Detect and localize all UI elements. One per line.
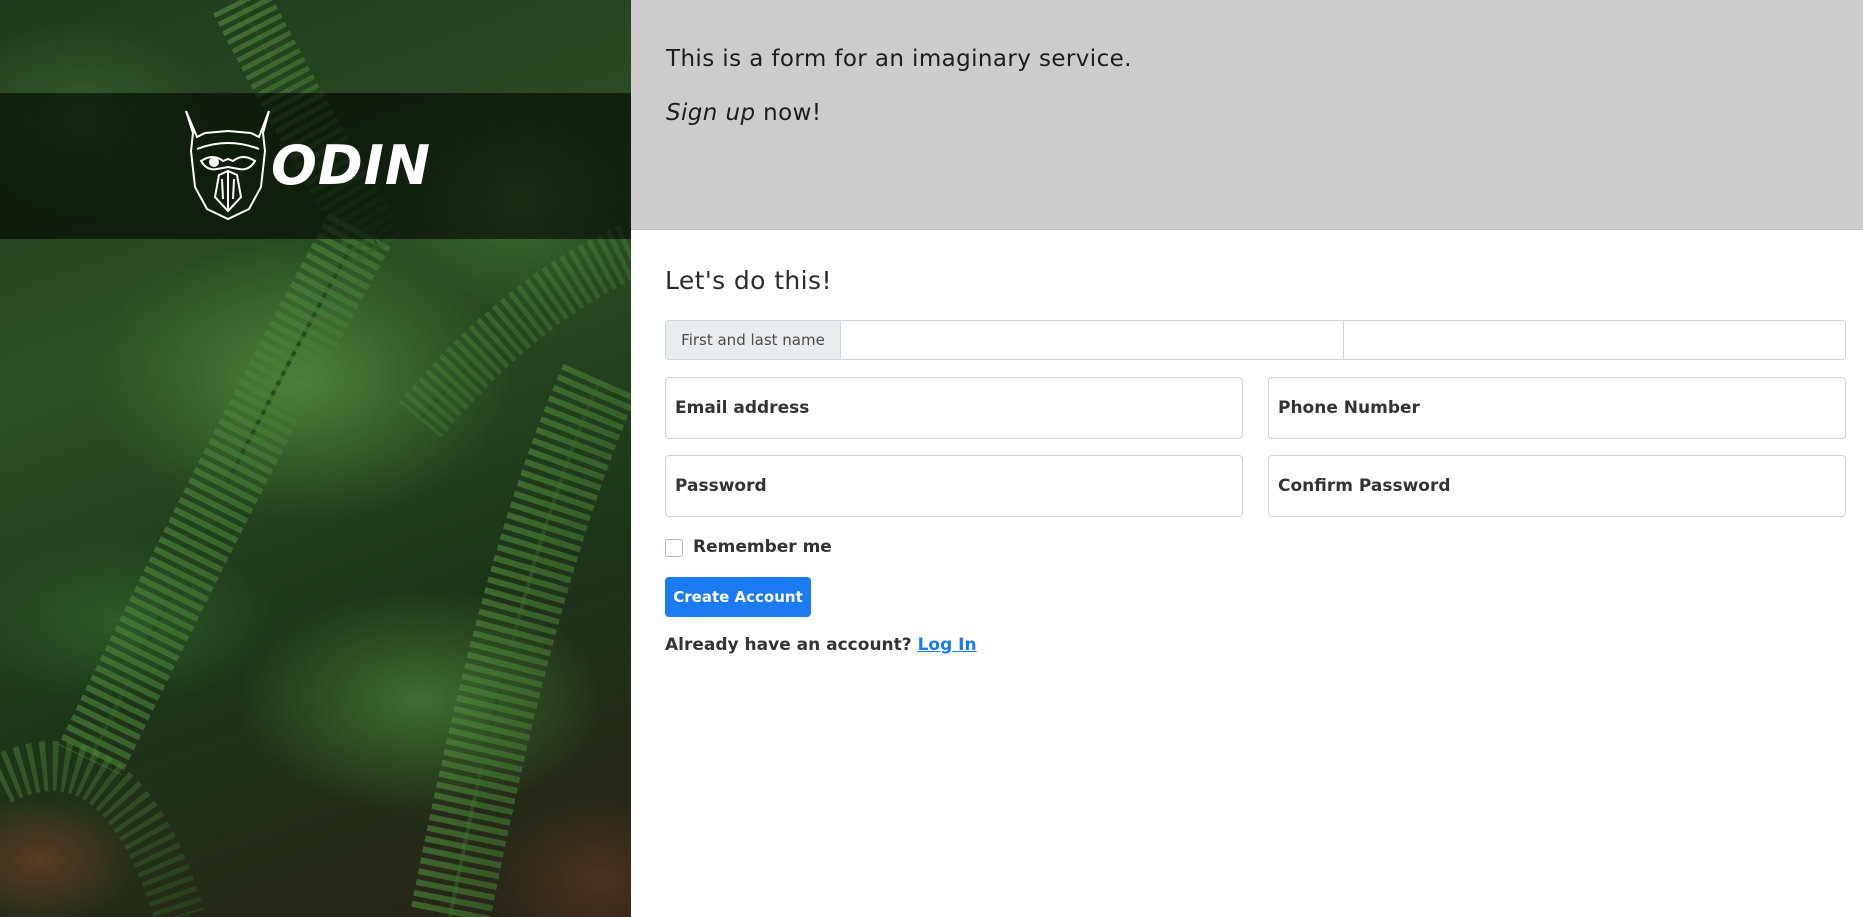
hero-image-panel: ODIN — [0, 0, 631, 917]
password-field[interactable]: Password — [665, 455, 1243, 517]
remember-me-row: Remember me — [665, 537, 1846, 557]
email-label: Email address — [675, 398, 810, 418]
remember-me-label[interactable]: Remember me — [693, 537, 832, 557]
phone-field[interactable]: Phone Number — [1268, 377, 1846, 439]
signup-form: Let's do this! First and last name Email… — [631, 230, 1863, 655]
confirm-password-label: Confirm Password — [1278, 476, 1451, 496]
content-panel: This is a form for an imaginary service.… — [631, 0, 1863, 917]
login-prompt: Already have an account? Log In — [665, 635, 1846, 655]
last-name-input[interactable] — [1342, 321, 1845, 359]
form-title: Let's do this! — [665, 266, 832, 295]
confirm-password-field[interactable]: Confirm Password — [1268, 455, 1846, 517]
email-field[interactable]: Email address — [665, 377, 1243, 439]
phone-label: Phone Number — [1278, 398, 1420, 418]
create-account-button[interactable]: Create Account — [665, 577, 811, 617]
first-name-input[interactable] — [841, 321, 1343, 359]
signup-callout: Sign up now! — [666, 100, 1863, 126]
name-input-group: First and last name — [665, 320, 1846, 360]
intro-text: This is a form for an imaginary service. — [666, 46, 1132, 72]
page: ODIN This is a form for an imaginary ser… — [0, 0, 1863, 917]
password-row: Password Confirm Password — [665, 455, 1846, 517]
contact-row: Email address Phone Number — [665, 377, 1846, 439]
brand-name: ODIN — [271, 133, 432, 197]
signup-rest: now! — [755, 100, 822, 126]
viking-helmet-icon — [185, 110, 270, 221]
login-link[interactable]: Log In — [918, 635, 977, 655]
remember-me-checkbox[interactable] — [665, 539, 683, 557]
login-prompt-text: Already have an account? — [665, 635, 918, 655]
password-label: Password — [675, 476, 767, 496]
brand-logo[interactable]: ODIN — [183, 109, 431, 221]
logo-band: ODIN — [0, 93, 631, 239]
name-label: First and last name — [666, 321, 841, 359]
intro-section: This is a form for an imaginary service.… — [631, 0, 1863, 230]
signup-emphasis: Sign up — [666, 100, 756, 126]
